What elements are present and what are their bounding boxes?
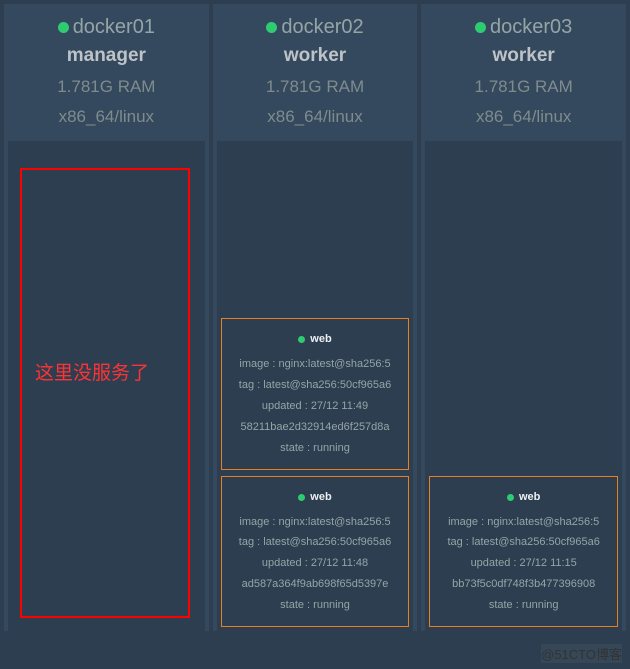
task-header: web bbox=[226, 329, 405, 350]
task-image: image : nginx:latest@sha256:5 bbox=[434, 512, 613, 533]
service-name: web bbox=[310, 329, 331, 350]
task-state: state : running bbox=[226, 595, 405, 616]
task-state: state : running bbox=[226, 438, 405, 459]
node-role: worker bbox=[429, 45, 618, 67]
watermark: @51CTO博客 bbox=[541, 644, 622, 663]
node-header: docker03 worker 1.781G RAM x86_64/linux bbox=[421, 4, 626, 135]
task-card[interactable]: web image : nginx:latest@sha256:5 tag : … bbox=[221, 318, 410, 469]
task-header: web bbox=[434, 487, 613, 508]
node-arch: x86_64/linux bbox=[12, 107, 201, 127]
task-updated: updated : 27/12 11:48 bbox=[226, 553, 405, 574]
task-id: ad587a364f9ab698f65d5397e bbox=[226, 574, 405, 595]
node-title: docker01 bbox=[12, 16, 201, 39]
task-tag: tag : latest@sha256:50cf965a6 bbox=[226, 375, 405, 396]
node-arch: x86_64/linux bbox=[221, 107, 410, 127]
service-name: web bbox=[519, 487, 540, 508]
nodes-container: docker01 manager 1.781G RAM x86_64/linux… bbox=[0, 0, 630, 631]
task-state: state : running bbox=[434, 595, 613, 616]
status-dot-icon bbox=[298, 336, 305, 343]
node-ram: 1.781G RAM bbox=[429, 77, 618, 97]
node-column: docker02 worker 1.781G RAM x86_64/linux … bbox=[213, 4, 418, 631]
node-ram: 1.781G RAM bbox=[12, 77, 201, 97]
node-title: docker02 bbox=[221, 16, 410, 39]
task-card[interactable]: web image : nginx:latest@sha256:5 tag : … bbox=[429, 476, 618, 627]
task-image: image : nginx:latest@sha256:5 bbox=[226, 512, 405, 533]
task-image: image : nginx:latest@sha256:5 bbox=[226, 354, 405, 375]
status-dot-icon bbox=[298, 494, 305, 501]
node-header: docker02 worker 1.781G RAM x86_64/linux bbox=[213, 4, 418, 135]
task-id: bb73f5c0df748f3b477396908 bbox=[434, 574, 613, 595]
task-tag: tag : latest@sha256:50cf965a6 bbox=[226, 532, 405, 553]
task-header: web bbox=[226, 487, 405, 508]
node-name: docker02 bbox=[281, 16, 363, 39]
status-dot-icon bbox=[58, 22, 69, 33]
node-name: docker01 bbox=[73, 16, 155, 39]
node-name: docker03 bbox=[490, 16, 572, 39]
node-column: docker01 manager 1.781G RAM x86_64/linux bbox=[4, 4, 209, 631]
node-role: manager bbox=[12, 45, 201, 67]
status-dot-icon bbox=[266, 22, 277, 33]
node-ram: 1.781G RAM bbox=[221, 77, 410, 97]
node-column: docker03 worker 1.781G RAM x86_64/linux … bbox=[421, 4, 626, 631]
node-title: docker03 bbox=[429, 16, 618, 39]
node-header: docker01 manager 1.781G RAM x86_64/linux bbox=[4, 4, 209, 135]
tasks-area: web image : nginx:latest@sha256:5 tag : … bbox=[217, 141, 414, 631]
status-dot-icon bbox=[475, 22, 486, 33]
task-card[interactable]: web image : nginx:latest@sha256:5 tag : … bbox=[221, 476, 410, 627]
status-dot-icon bbox=[507, 494, 514, 501]
node-role: worker bbox=[221, 45, 410, 67]
task-tag: tag : latest@sha256:50cf965a6 bbox=[434, 532, 613, 553]
task-updated: updated : 27/12 11:15 bbox=[434, 553, 613, 574]
task-updated: updated : 27/12 11:49 bbox=[226, 396, 405, 417]
task-id: 58211bae2d32914ed6f257d8a bbox=[226, 417, 405, 438]
tasks-area bbox=[8, 141, 205, 631]
node-arch: x86_64/linux bbox=[429, 107, 618, 127]
service-name: web bbox=[310, 487, 331, 508]
tasks-area: web image : nginx:latest@sha256:5 tag : … bbox=[425, 141, 622, 631]
